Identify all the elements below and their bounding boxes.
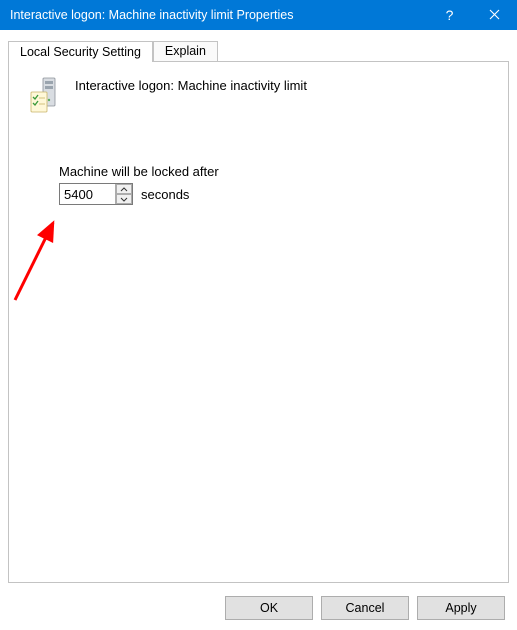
tab-panel-local-security-setting: Interactive logon: Machine inactivity li… xyxy=(8,61,509,583)
tab-label: Explain xyxy=(165,44,206,58)
inactivity-spinner[interactable] xyxy=(59,183,133,205)
cancel-button[interactable]: Cancel xyxy=(321,596,409,620)
policy-icon xyxy=(29,76,61,114)
inactivity-input[interactable] xyxy=(60,184,115,204)
titlebar[interactable]: Interactive logon: Machine inactivity li… xyxy=(0,0,517,30)
window-title: Interactive logon: Machine inactivity li… xyxy=(10,8,427,22)
chevron-down-icon xyxy=(120,197,128,202)
spinner-up-button[interactable] xyxy=(116,184,132,194)
help-icon: ? xyxy=(446,7,454,23)
inactivity-unit: seconds xyxy=(141,187,189,202)
close-icon xyxy=(489,7,500,23)
chevron-up-icon xyxy=(120,187,128,192)
apply-button[interactable]: Apply xyxy=(417,596,505,620)
help-button[interactable]: ? xyxy=(427,0,472,30)
button-label: Cancel xyxy=(346,601,385,615)
tabs: Local Security Setting Explain xyxy=(8,38,509,62)
spinner-down-button[interactable] xyxy=(116,194,132,204)
button-label: OK xyxy=(260,601,278,615)
dialog-buttons: OK Cancel Apply xyxy=(225,596,505,620)
policy-title: Interactive logon: Machine inactivity li… xyxy=(75,76,307,93)
tab-local-security-setting[interactable]: Local Security Setting xyxy=(8,41,153,62)
close-button[interactable] xyxy=(472,0,517,30)
tab-label: Local Security Setting xyxy=(20,45,141,59)
tab-explain[interactable]: Explain xyxy=(153,41,218,62)
button-label: Apply xyxy=(445,601,476,615)
ok-button[interactable]: OK xyxy=(225,596,313,620)
inactivity-label: Machine will be locked after xyxy=(59,164,488,179)
